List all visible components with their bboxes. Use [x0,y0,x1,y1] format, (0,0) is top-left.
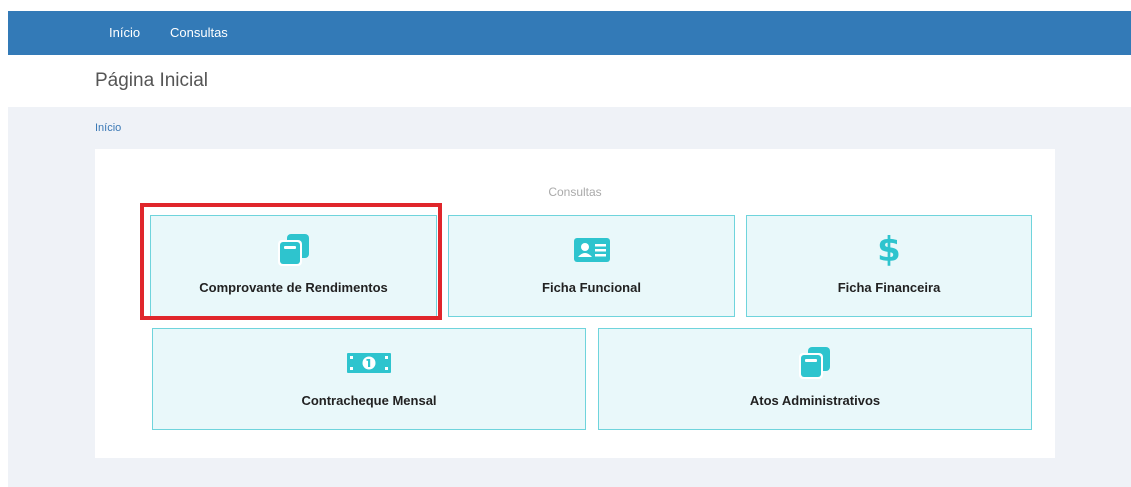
page-title: Página Inicial [95,70,209,91]
tile-label: Ficha Funcional [542,280,641,295]
tile-label: Ficha Financeira [837,280,941,295]
breadcrumb-inicio[interactable]: Início [95,122,121,134]
nav-item-consultas[interactable]: Consultas [170,11,228,55]
top-navbar: Início Consultas [8,11,1131,55]
money-bill-icon [153,341,585,385]
tile-atos-administrativos[interactable]: Atos Administrativos [598,328,1032,430]
tile-contracheque-mensal[interactable]: Contracheque Mensal [152,328,586,430]
consultas-panel: Consultas Comprovante de Rendimentos Fic… [95,149,1055,458]
nav-item-inicio[interactable]: Início [109,11,140,55]
copy-icon [599,341,1031,385]
tile-label: Atos Administrativos [749,393,881,408]
tile-label: Contracheque Mensal [301,393,437,408]
dollar-icon: $ [877,230,901,270]
id-card-icon [449,228,734,272]
tile-ficha-financeira[interactable]: $ Ficha Financeira [746,215,1032,317]
section-title: Consultas [548,185,602,199]
content-area: Início Consultas Comprovante de Rendimen… [8,107,1131,487]
tile-ficha-funcional[interactable]: Ficha Funcional [448,215,735,317]
highlight-box [140,203,442,320]
